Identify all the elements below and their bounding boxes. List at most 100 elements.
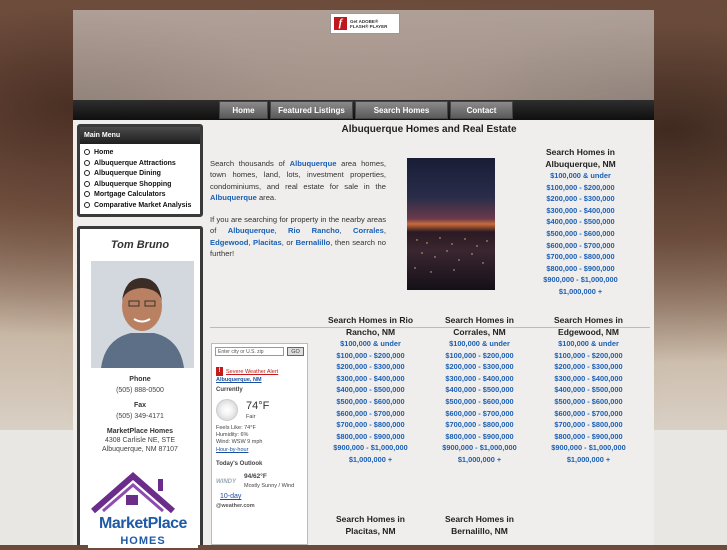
search-placitas-title: Search Homes in Placitas, NM bbox=[336, 514, 405, 536]
weather-search-input[interactable]: Enter city or U.S. zip bbox=[215, 347, 284, 356]
weather-go-button[interactable]: GO bbox=[287, 347, 304, 356]
agent-photo bbox=[91, 261, 194, 368]
price-link-rio-rancho[interactable]: $500,000 - $600,000 bbox=[318, 396, 423, 408]
link-rio-rancho[interactable]: Rio Rancho bbox=[288, 226, 339, 235]
flash-badge-line2: FLASH® PLAYER bbox=[350, 23, 388, 29]
marketplace-homes-logo[interactable]: MarketPlace HOMES bbox=[88, 471, 198, 548]
menu-item-cma[interactable]: Comparative Market Analysis bbox=[84, 201, 200, 212]
nav-search-homes[interactable]: Search Homes bbox=[355, 101, 448, 119]
price-link-rio-rancho[interactable]: $1,000,000 + bbox=[318, 454, 423, 466]
price-link-albuquerque[interactable]: $700,000 - $800,000 bbox=[528, 251, 633, 263]
price-link-edgewood[interactable]: $100,000 & under bbox=[536, 338, 641, 350]
nav-contact[interactable]: Contact bbox=[450, 101, 513, 119]
nav-featured-listings[interactable]: Featured Listings bbox=[270, 101, 353, 119]
hour-by-hour-link[interactable]: Hour-by-hour bbox=[216, 447, 306, 453]
link-edgewood[interactable]: Edgewood bbox=[210, 238, 248, 247]
logo-word-homes: HOMES bbox=[120, 535, 166, 547]
price-link-edgewood[interactable]: $800,000 - $900,000 bbox=[536, 431, 641, 443]
price-link-rio-rancho[interactable]: $100,000 & under bbox=[318, 338, 423, 350]
outlook-condition: Mostly Sunny / Wind bbox=[244, 483, 295, 489]
price-link-rio-rancho[interactable]: $100,000 - $200,000 bbox=[318, 350, 423, 362]
link-corrales[interactable]: Corrales bbox=[353, 226, 384, 235]
main-menu-list: Home Albuquerque Attractions Albuquerque… bbox=[80, 148, 200, 211]
fax-number: (505) 349-4171 bbox=[116, 413, 164, 420]
company-name: MarketPlace Homes bbox=[106, 428, 174, 435]
get-flash-player-badge[interactable]: f Get ADOBE® FLASH® PLAYER bbox=[330, 13, 400, 34]
price-link-albuquerque[interactable]: $200,000 - $300,000 bbox=[528, 193, 633, 205]
feels-like: Feels Like: 74°F bbox=[216, 425, 256, 431]
bullet-icon bbox=[84, 159, 90, 166]
price-link-corrales[interactable]: $600,000 - $700,000 bbox=[427, 408, 532, 420]
price-link-edgewood[interactable]: $700,000 - $800,000 bbox=[536, 419, 641, 431]
search-edgewood-title: Search Homes in Edgewood, NM bbox=[554, 315, 623, 337]
ten-day-link[interactable]: 10-day bbox=[220, 493, 306, 500]
link-placitas[interactable]: Placitas bbox=[253, 238, 282, 247]
price-link-rio-rancho[interactable]: $900,000 - $1,000,000 bbox=[318, 442, 423, 454]
menu-item-dining[interactable]: Albuquerque Dining bbox=[84, 169, 200, 180]
link-albuquerque[interactable]: Albuquerque bbox=[290, 159, 337, 168]
menu-item-home[interactable]: Home bbox=[84, 148, 200, 159]
price-link-edgewood[interactable]: $500,000 - $600,000 bbox=[536, 396, 641, 408]
link-albuquerque-3[interactable]: Albuquerque bbox=[228, 226, 275, 235]
price-link-albuquerque[interactable]: $500,000 - $600,000 bbox=[528, 228, 633, 240]
price-link-rio-rancho[interactable]: $700,000 - $800,000 bbox=[318, 419, 423, 431]
agent-name: Tom Bruno bbox=[110, 239, 170, 251]
price-link-albuquerque[interactable]: $100,000 - $200,000 bbox=[528, 182, 633, 194]
price-link-corrales[interactable]: $200,000 - $300,000 bbox=[427, 361, 532, 373]
menu-item-shopping[interactable]: Albuquerque Shopping bbox=[84, 180, 200, 191]
price-link-rio-rancho[interactable]: $300,000 - $400,000 bbox=[318, 373, 423, 385]
menu-item-attractions[interactable]: Albuquerque Attractions bbox=[84, 159, 200, 170]
price-link-edgewood[interactable]: $1,000,000 + bbox=[536, 454, 641, 466]
price-link-edgewood[interactable]: $300,000 - $400,000 bbox=[536, 373, 641, 385]
price-link-corrales[interactable]: $100,000 & under bbox=[427, 338, 532, 350]
price-link-rio-rancho[interactable]: $600,000 - $700,000 bbox=[318, 408, 423, 420]
price-link-albuquerque[interactable]: $400,000 - $500,000 bbox=[528, 216, 633, 228]
price-link-edgewood[interactable]: $400,000 - $500,000 bbox=[536, 384, 641, 396]
price-link-corrales[interactable]: $500,000 - $600,000 bbox=[427, 396, 532, 408]
price-link-edgewood[interactable]: $200,000 - $300,000 bbox=[536, 361, 641, 373]
price-link-corrales[interactable]: $700,000 - $800,000 bbox=[427, 419, 532, 431]
intro-text: Search thousands of Albuquerque area hom… bbox=[210, 159, 386, 259]
weather-location[interactable]: Albuquerque, NM bbox=[216, 377, 306, 383]
price-link-corrales[interactable]: $800,000 - $900,000 bbox=[427, 431, 532, 443]
price-link-rio-rancho[interactable]: $400,000 - $500,000 bbox=[318, 384, 423, 396]
search-bernalillo-title: Search Homes in Bernalillo, NM bbox=[445, 514, 514, 536]
price-link-rio-rancho[interactable]: $800,000 - $900,000 bbox=[318, 431, 423, 443]
menu-item-mortgage[interactable]: Mortgage Calculators bbox=[84, 190, 200, 201]
main-menu: Main Menu Home Albuquerque Attractions A… bbox=[77, 124, 203, 217]
price-link-albuquerque[interactable]: $1,000,000 + bbox=[528, 286, 633, 298]
nav-home[interactable]: Home bbox=[219, 101, 268, 119]
phone-number: (505) 888-0500 bbox=[116, 387, 164, 394]
price-link-corrales[interactable]: $900,000 - $1,000,000 bbox=[427, 442, 532, 454]
price-link-corrales[interactable]: $1,000,000 + bbox=[427, 454, 532, 466]
severe-weather-alert-link[interactable]: Severe Weather Alert bbox=[226, 369, 278, 375]
price-link-albuquerque[interactable]: $600,000 - $700,000 bbox=[528, 240, 633, 252]
price-link-albuquerque[interactable]: $900,000 - $1,000,000 bbox=[528, 274, 633, 286]
price-link-corrales[interactable]: $300,000 - $400,000 bbox=[427, 373, 532, 385]
price-link-edgewood[interactable]: $900,000 - $1,000,000 bbox=[536, 442, 641, 454]
price-link-albuquerque[interactable]: $300,000 - $400,000 bbox=[528, 205, 633, 217]
price-link-corrales[interactable]: $100,000 - $200,000 bbox=[427, 350, 532, 362]
weather-com-brand[interactable]: @weather.com bbox=[216, 503, 306, 509]
wind: Wind: WSW 9 mph bbox=[216, 439, 263, 445]
price-link-albuquerque[interactable]: $800,000 - $900,000 bbox=[528, 263, 633, 275]
page-title: Albuquerque Homes and Real Estate bbox=[341, 124, 517, 135]
fax-label: Fax bbox=[133, 402, 147, 409]
link-bernalillo[interactable]: Bernalillo bbox=[296, 238, 331, 247]
price-link-rio-rancho[interactable]: $200,000 - $300,000 bbox=[318, 361, 423, 373]
search-edgewood: Search Homes in Edgewood, NM $100,000 & … bbox=[536, 314, 641, 466]
price-link-edgewood[interactable]: $600,000 - $700,000 bbox=[536, 408, 641, 420]
price-link-albuquerque[interactable]: $100,000 & under bbox=[528, 170, 633, 182]
bullet-icon bbox=[84, 201, 90, 208]
page-container: f Get ADOBE® FLASH® PLAYER Home Featured… bbox=[73, 0, 654, 548]
link-albuquerque-2[interactable]: Albuquerque bbox=[210, 193, 257, 202]
alert-icon: ! bbox=[216, 367, 223, 376]
header-banner: f Get ADOBE® FLASH® PLAYER bbox=[73, 10, 654, 100]
agent-card: Tom Bruno Phone (505) 888-0500 Fax (505)… bbox=[77, 226, 203, 548]
price-link-edgewood[interactable]: $100,000 - $200,000 bbox=[536, 350, 641, 362]
search-albuquerque-title: Search Homes in Albuquerque, NM bbox=[545, 147, 616, 169]
bullet-icon bbox=[84, 191, 90, 198]
sun-icon bbox=[216, 399, 238, 421]
humidity: Humidity: 6% bbox=[216, 432, 249, 438]
price-link-corrales[interactable]: $400,000 - $500,000 bbox=[427, 384, 532, 396]
